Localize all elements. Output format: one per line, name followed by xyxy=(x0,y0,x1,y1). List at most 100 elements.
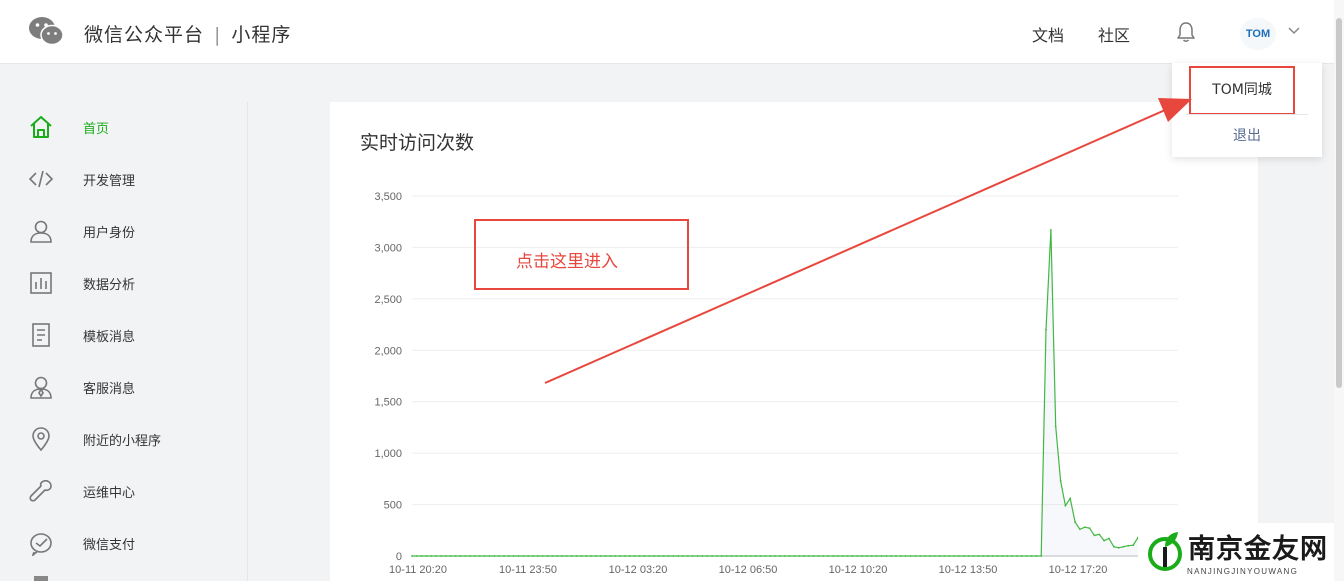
data-point xyxy=(1040,555,1043,557)
sidebar-item-data-analysis[interactable]: 数据分析 xyxy=(0,258,247,310)
scrollbar[interactable] xyxy=(1334,0,1344,581)
brand-title[interactable]: 微信公众平台 | 小程序 xyxy=(84,20,291,47)
logout-link[interactable]: 退出 xyxy=(1172,125,1322,145)
sidebar: 首页 开发管理 用户身份 数据分析 模板消息 客服消息 附近的小程序 运维中心 … xyxy=(0,102,248,581)
data-point xyxy=(1117,546,1120,549)
data-point xyxy=(522,555,525,557)
sidebar-item-customer-service[interactable]: 客服消息 xyxy=(0,362,247,414)
data-point xyxy=(870,555,873,557)
data-point xyxy=(706,555,709,557)
data-point xyxy=(469,555,471,557)
data-point xyxy=(967,555,970,557)
data-point xyxy=(1103,539,1105,542)
document-icon xyxy=(32,323,50,347)
sidebar-item-label: 用户身份 xyxy=(83,226,136,241)
data-point xyxy=(696,555,699,557)
data-point xyxy=(1079,528,1081,531)
brand-separator: | xyxy=(214,24,222,46)
docs-link[interactable]: 文档 xyxy=(1032,22,1064,46)
data-point xyxy=(798,555,801,557)
data-point xyxy=(793,555,796,557)
account-name[interactable]: TOM同城 xyxy=(1189,66,1295,115)
data-point xyxy=(527,555,530,557)
data-point xyxy=(1112,545,1115,548)
data-point xyxy=(561,555,563,557)
data-point xyxy=(875,555,878,557)
data-point xyxy=(498,555,500,557)
data-point xyxy=(827,555,830,557)
data-point xyxy=(488,555,491,557)
data-point xyxy=(648,555,651,557)
data-point xyxy=(933,555,936,557)
wechat-logo-icon[interactable] xyxy=(28,16,64,46)
watermark: 南京金友网 NANJINGJINYOUWANG xyxy=(1138,523,1334,581)
data-point xyxy=(885,555,888,557)
bell-icon[interactable] xyxy=(1176,21,1196,43)
avatar[interactable]: TOM xyxy=(1240,18,1276,50)
top-bar: 微信公众平台 | 小程序 文档 社区 TOM xyxy=(0,0,1344,64)
data-point xyxy=(924,555,926,557)
sidebar-item-ops-center[interactable]: 运维中心 xyxy=(0,466,247,518)
data-point xyxy=(725,555,728,557)
sidebar-item-user-identity[interactable]: 用户身份 xyxy=(0,206,247,258)
data-point xyxy=(958,555,960,557)
data-point xyxy=(832,555,834,557)
data-point xyxy=(449,555,452,557)
data-point xyxy=(667,555,670,557)
data-point xyxy=(919,555,922,557)
community-link[interactable]: 社区 xyxy=(1098,22,1130,46)
y-tick-label: 1,500 xyxy=(374,397,402,409)
data-point xyxy=(803,555,805,557)
data-point xyxy=(1006,555,1009,557)
data-point xyxy=(1064,504,1067,507)
chevron-down-icon[interactable] xyxy=(1287,25,1301,37)
sidebar-item-nearby-mini-programs[interactable]: 附近的小程序 xyxy=(0,414,247,466)
x-tick-label: 10-12 13:50 xyxy=(939,564,998,576)
data-point xyxy=(575,555,578,557)
user-icon xyxy=(30,220,52,243)
customer-service-icon xyxy=(30,376,52,399)
data-point xyxy=(628,555,631,557)
data-point xyxy=(551,555,554,557)
data-point xyxy=(420,555,423,557)
data-point xyxy=(580,555,583,557)
data-point xyxy=(691,555,694,557)
sidebar-item-template-messages[interactable]: 模板消息 xyxy=(0,310,247,362)
data-point xyxy=(411,555,413,557)
data-point xyxy=(415,555,418,557)
data-point xyxy=(459,555,462,557)
data-point xyxy=(687,555,689,557)
sidebar-item-dev-management[interactable]: 开发管理 xyxy=(0,154,247,206)
watermark-subtitle: NANJINGJINYOUWANG xyxy=(1187,567,1299,576)
data-point xyxy=(788,555,791,557)
data-point xyxy=(812,555,815,557)
data-point xyxy=(938,555,941,557)
data-point xyxy=(701,555,704,557)
data-point xyxy=(430,555,433,557)
sidebar-next-item-icon xyxy=(34,576,48,581)
data-point xyxy=(759,555,762,557)
data-point xyxy=(493,555,496,557)
sidebar-item-label: 数据分析 xyxy=(83,278,136,293)
data-point xyxy=(851,555,854,557)
data-point xyxy=(987,555,989,557)
sidebar-item-wechat-pay[interactable]: 微信支付 xyxy=(0,518,247,570)
data-point xyxy=(517,555,520,557)
data-point xyxy=(1108,537,1110,540)
data-point xyxy=(972,555,975,557)
data-point xyxy=(991,555,994,557)
watermark-title: 南京金友网 xyxy=(1188,534,1328,565)
data-point xyxy=(624,555,626,557)
data-point xyxy=(614,555,617,557)
data-point xyxy=(541,555,544,557)
sidebar-item-home[interactable]: 首页 xyxy=(0,102,247,154)
data-point xyxy=(1035,555,1038,557)
realtime-visits-chart: 0 500 1,000 1,500 2,000 2,500 3,000 3,500 10-11 … xyxy=(374,191,1178,576)
data-point xyxy=(720,555,723,557)
data-point xyxy=(1093,534,1096,537)
data-point xyxy=(619,555,621,557)
data-point xyxy=(880,555,883,557)
data-point xyxy=(609,555,612,557)
sidebar-item-label: 运维中心 xyxy=(83,486,136,501)
scrollbar-thumb[interactable] xyxy=(1336,18,1342,388)
